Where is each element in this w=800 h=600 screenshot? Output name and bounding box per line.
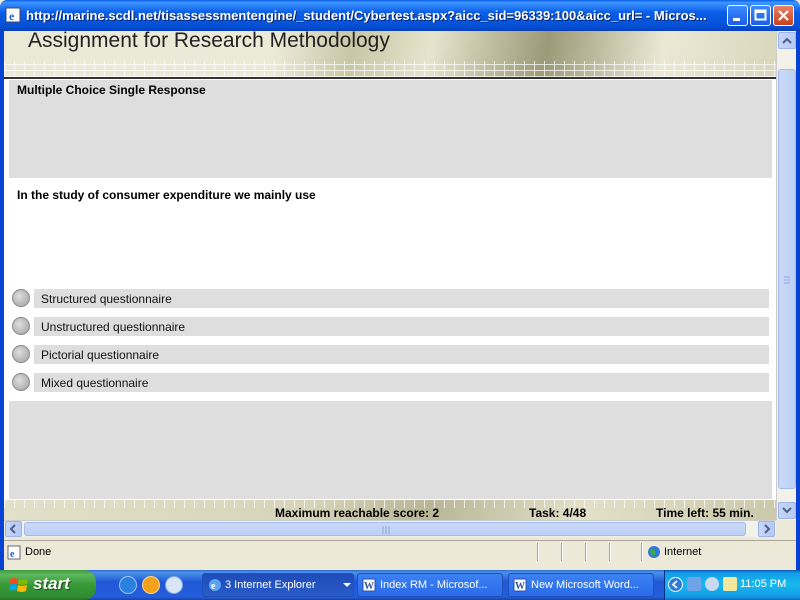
vertical-scrollbar[interactable] <box>776 31 796 520</box>
security-zone: Internet <box>664 546 702 558</box>
display-icon[interactable] <box>723 577 737 591</box>
task-counter: Task: 4/48 <box>529 506 587 520</box>
taskbar-item-internet-explorer[interactable]: e 3 Internet Explorer <box>202 573 354 597</box>
media-player-icon[interactable] <box>142 576 160 594</box>
scroll-up-button[interactable] <box>778 32 796 49</box>
windows-logo-icon <box>9 578 28 592</box>
option-label[interactable]: Pictorial questionnaire <box>41 348 159 362</box>
taskbar: start e 3 Internet Explorer W Index RM -… <box>0 570 800 600</box>
bottom-panel <box>9 401 772 499</box>
scroll-right-button[interactable] <box>758 521 775 537</box>
start-label: start <box>33 574 70 593</box>
arrow-up-icon <box>782 37 792 44</box>
answer-option[interactable]: Pictorial questionnaire <box>10 344 770 366</box>
status-divider <box>585 543 587 561</box>
svg-text:e: e <box>10 549 15 560</box>
arrow-down-icon <box>782 507 792 514</box>
status-divider <box>609 543 611 561</box>
ie-icon: e <box>209 579 221 592</box>
globe-icon <box>648 546 660 558</box>
tray-expand-button[interactable] <box>668 577 683 592</box>
taskbar-clock: 11:05 PM <box>740 578 787 590</box>
question-text: In the study of consumer expenditure we … <box>17 188 316 202</box>
grip-icon <box>382 526 390 534</box>
taskbar-item-new-word-doc[interactable]: W New Microsoft Word... <box>508 573 654 597</box>
option-label[interactable]: Mixed questionnaire <box>41 376 148 390</box>
option-label[interactable]: Unstructured questionnaire <box>41 320 185 334</box>
radio-button[interactable] <box>12 345 30 363</box>
scroll-left-button[interactable] <box>5 521 22 537</box>
word-icon: W <box>362 578 376 592</box>
page-done-icon: e <box>7 545 21 560</box>
svg-text:W: W <box>364 581 374 592</box>
word-icon: W <box>513 578 527 592</box>
chevron-left-icon <box>671 580 678 589</box>
banner-pattern <box>4 61 776 77</box>
arrow-left-icon <box>9 524 16 534</box>
svg-text:W: W <box>515 581 525 592</box>
taskbar-item-index-rm[interactable]: W Index RM - Microsof... <box>357 573 503 597</box>
status-divider <box>537 543 539 561</box>
scrollbar-corner <box>776 520 796 537</box>
status-divider <box>561 543 563 561</box>
footer-bar: Maximum reachable score: 2 Task: 4/48 Ti… <box>4 500 776 520</box>
horizontal-scroll-thumb[interactable] <box>24 522 746 536</box>
page-title: Assignment for Research Methodology <box>28 31 390 52</box>
ie-quicklaunch-icon[interactable] <box>119 576 137 594</box>
status-bar: e Done Internet <box>4 540 796 563</box>
minimize-icon <box>733 18 740 21</box>
option-label[interactable]: Structured questionnaire <box>41 292 172 306</box>
time-left: Time left: 55 min. <box>656 506 754 520</box>
scroll-down-button[interactable] <box>778 502 796 519</box>
taskbar-item-label: Index RM - Microsof... <box>380 579 488 591</box>
speaker-icon[interactable] <box>705 577 719 591</box>
network-icon[interactable] <box>687 577 701 591</box>
vertical-scroll-thumb[interactable] <box>778 69 796 489</box>
page-banner: Assignment for Research Methodology <box>4 31 776 79</box>
window-frame-right <box>796 31 800 571</box>
svg-text:e: e <box>211 581 216 592</box>
minimize-button[interactable] <box>727 5 748 26</box>
horizontal-scrollbar[interactable] <box>4 520 776 537</box>
answer-option[interactable]: Structured questionnaire <box>10 288 770 310</box>
close-button[interactable] <box>773 5 794 26</box>
taskbar-item-label: New Microsoft Word... <box>531 579 639 591</box>
radio-button[interactable] <box>12 289 30 307</box>
window-title: http://marine.scdl.net/tisassessmentengi… <box>26 8 707 23</box>
start-button[interactable]: start <box>0 570 96 600</box>
page-content: Assignment for Research Methodology Mult… <box>4 31 776 520</box>
status-divider <box>641 543 643 561</box>
desktop-icon[interactable] <box>165 576 183 594</box>
maximize-icon <box>754 9 767 21</box>
radio-button[interactable] <box>12 373 30 391</box>
answer-option[interactable]: Mixed questionnaire <box>10 372 770 394</box>
chevron-down-icon <box>343 583 351 587</box>
maximize-button[interactable] <box>750 5 771 26</box>
close-icon <box>778 10 789 21</box>
question-type: Multiple Choice Single Response <box>17 83 206 97</box>
ie-page-icon: e <box>5 7 21 23</box>
banner-divider <box>4 77 776 79</box>
svg-text:e: e <box>9 9 15 23</box>
status-text: Done <box>25 546 52 558</box>
arrow-right-icon <box>764 524 771 534</box>
grip-icon <box>784 276 790 284</box>
answer-option[interactable]: Unstructured questionnaire <box>10 316 770 338</box>
max-score: Maximum reachable score: 2 <box>275 506 440 520</box>
question-type-panel: Multiple Choice Single Response <box>9 80 772 178</box>
window-titlebar[interactable]: e http://marine.scdl.net/tisassessmenten… <box>0 0 800 31</box>
taskbar-item-label: 3 Internet Explorer <box>225 579 316 591</box>
radio-button[interactable] <box>12 317 30 335</box>
